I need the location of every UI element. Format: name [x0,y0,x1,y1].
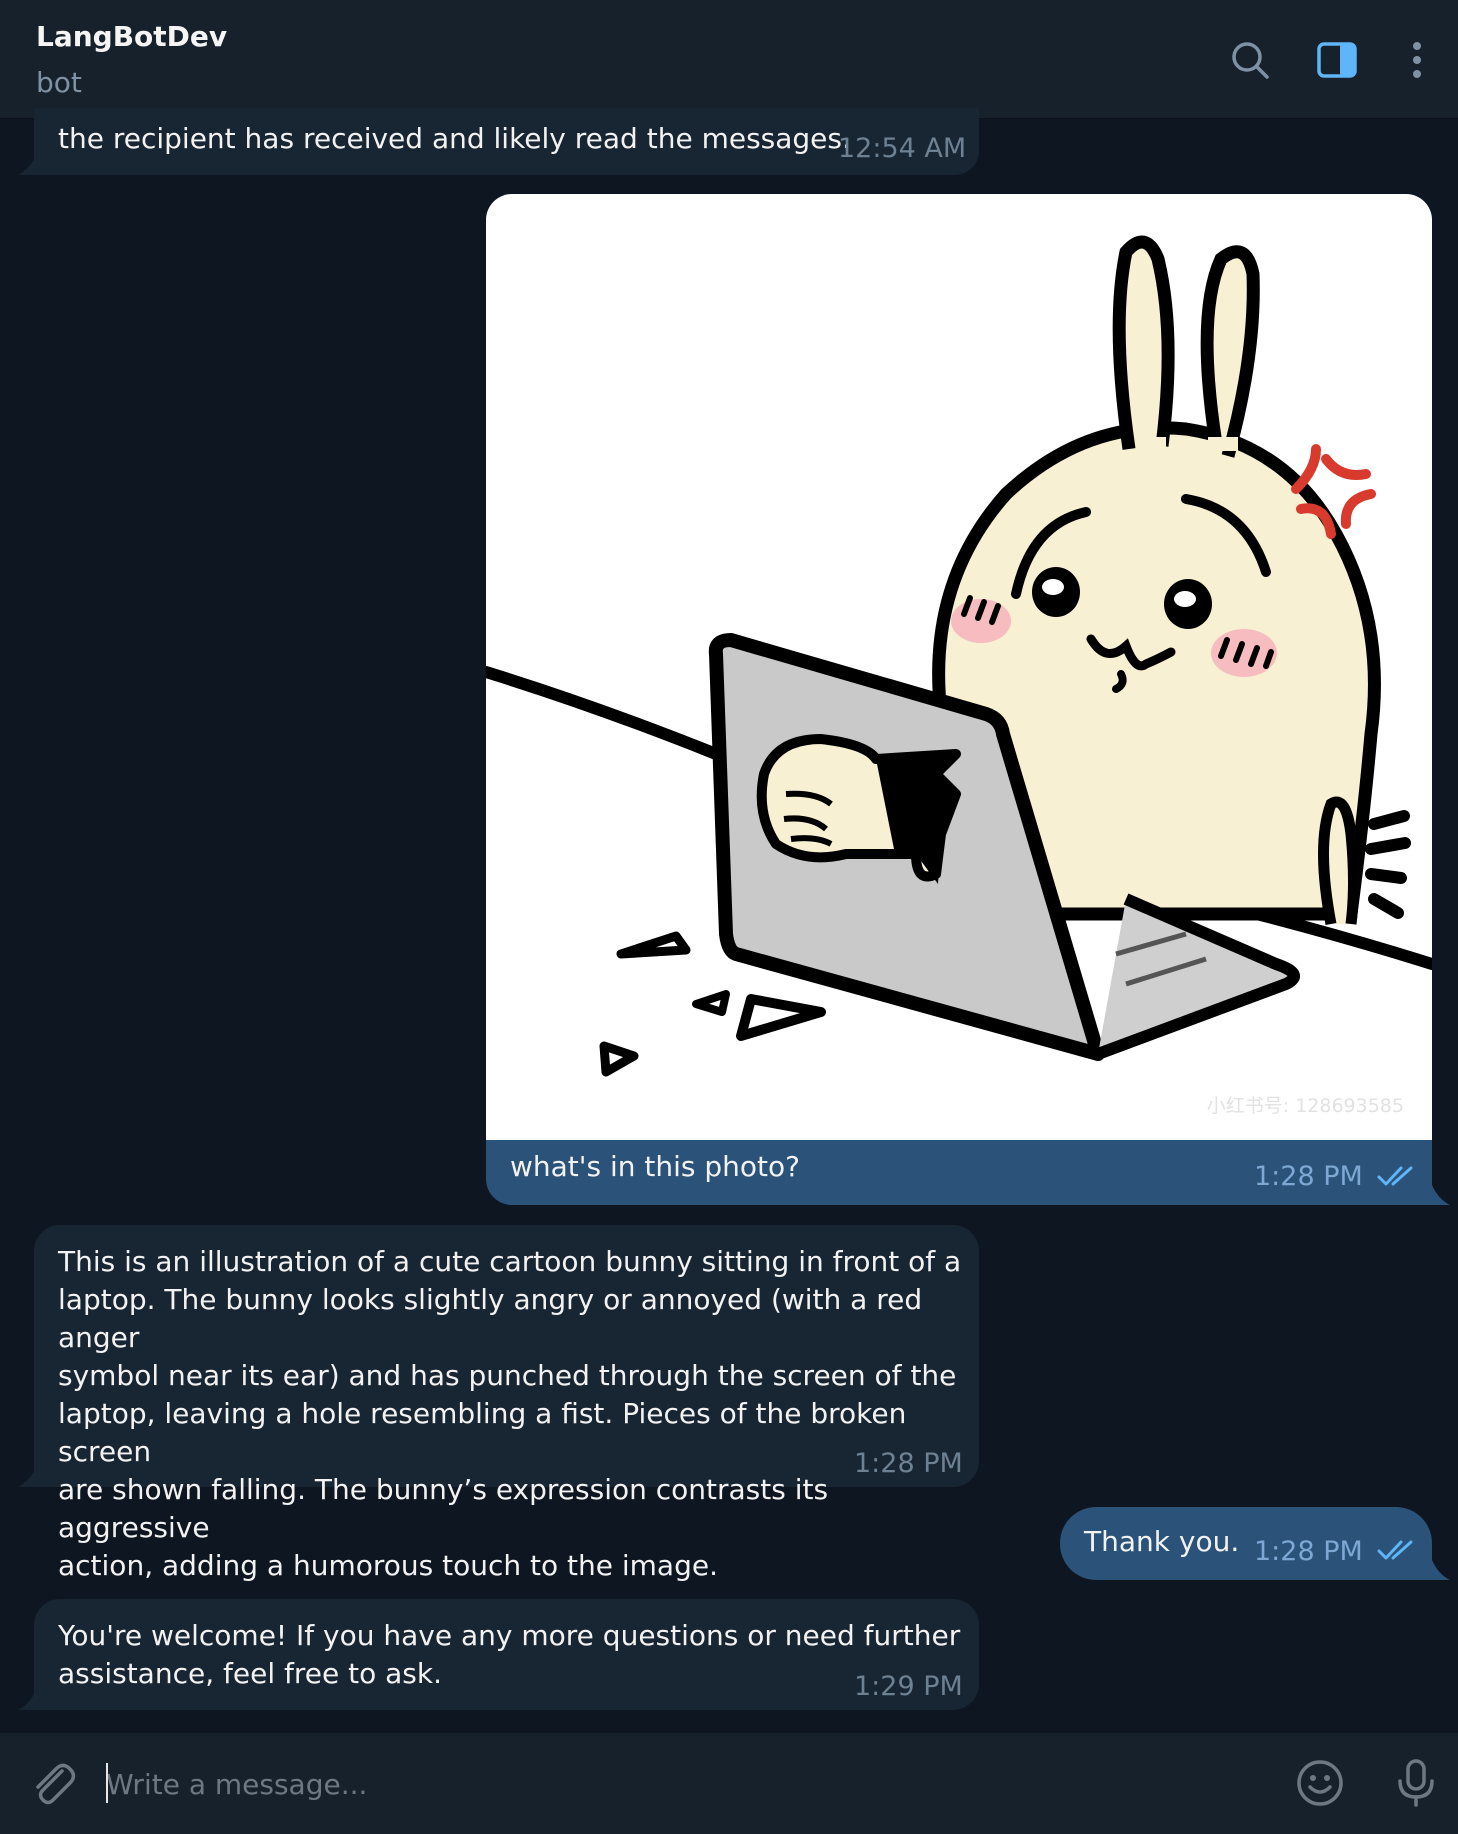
message-text: the recipient has received and likely re… [58,122,851,155]
emoji-icon[interactable] [1294,1757,1346,1809]
message-line: assistance, feel free to ask. [58,1657,442,1690]
message-time: 12:54 AM [838,133,967,164]
text-caret [106,1763,108,1803]
message-line: symbol near its ear) and has punched thr… [58,1359,957,1392]
chat-subtitle: bot [36,66,82,99]
message-incoming[interactable]: You're welcome! If you have any more que… [34,1599,979,1710]
cartoon-bunny-laptop-image: 小红书号: 128693585 [486,235,1432,1117]
message-line: You're welcome! If you have any more que… [58,1619,961,1652]
message-line: This is an illustration of a cute cartoo… [58,1245,962,1278]
chat-title[interactable]: LangBotDev [36,20,227,53]
message-incoming[interactable]: the recipient has received and likely re… [34,108,979,175]
message-input[interactable] [104,1759,1258,1809]
message-time: 1:28 PM [1254,1161,1363,1192]
read-checkmark-icon [1376,1164,1420,1188]
more-vertical-icon[interactable] [1393,36,1441,84]
message-line: laptop, leaving a hole resembling a fist… [58,1397,907,1468]
message-time: 1:28 PM [854,1448,963,1479]
bubble-tail [18,155,36,175]
search-icon[interactable] [1226,36,1274,84]
bubble-tail [1432,1185,1450,1205]
microphone-icon[interactable] [1390,1757,1442,1809]
message-time: 1:29 PM [854,1671,963,1702]
bubble-tail [1432,1560,1450,1580]
bubble-tail [18,1467,36,1487]
sidebar-toggle-icon[interactable] [1313,36,1361,84]
message-text: This is an illustration of a cute cartoo… [58,1243,979,1585]
paperclip-icon[interactable] [26,1757,78,1809]
message-text: You're welcome! If you have any more que… [58,1617,960,1693]
chat-header: LangBotDev bot [0,0,1458,119]
bubble-tail [18,1690,36,1710]
photo[interactable]: 小红书号: 128693585 [486,194,1432,1140]
message-outgoing-photo[interactable]: 小红书号: 128693585 what's in this photo? 1:… [486,194,1432,1205]
message-line: action, adding a humorous touch to the i… [58,1549,718,1582]
message-outgoing[interactable]: Thank you. 1:28 PM [1060,1507,1432,1580]
message-line: laptop. The bunny looks slightly angry o… [58,1283,923,1354]
photo-caption: what's in this photo? [510,1150,801,1183]
message-line: are shown falling. The bunny’s expressio… [58,1473,829,1544]
message-time: 1:28 PM [1254,1536,1363,1567]
message-text: Thank you. [1084,1525,1240,1558]
photo-watermark: 小红书号: 128693585 [1207,1095,1404,1117]
message-incoming[interactable]: This is an illustration of a cute cartoo… [34,1225,979,1582]
read-checkmark-icon [1376,1538,1420,1562]
message-composer [0,1733,1458,1834]
